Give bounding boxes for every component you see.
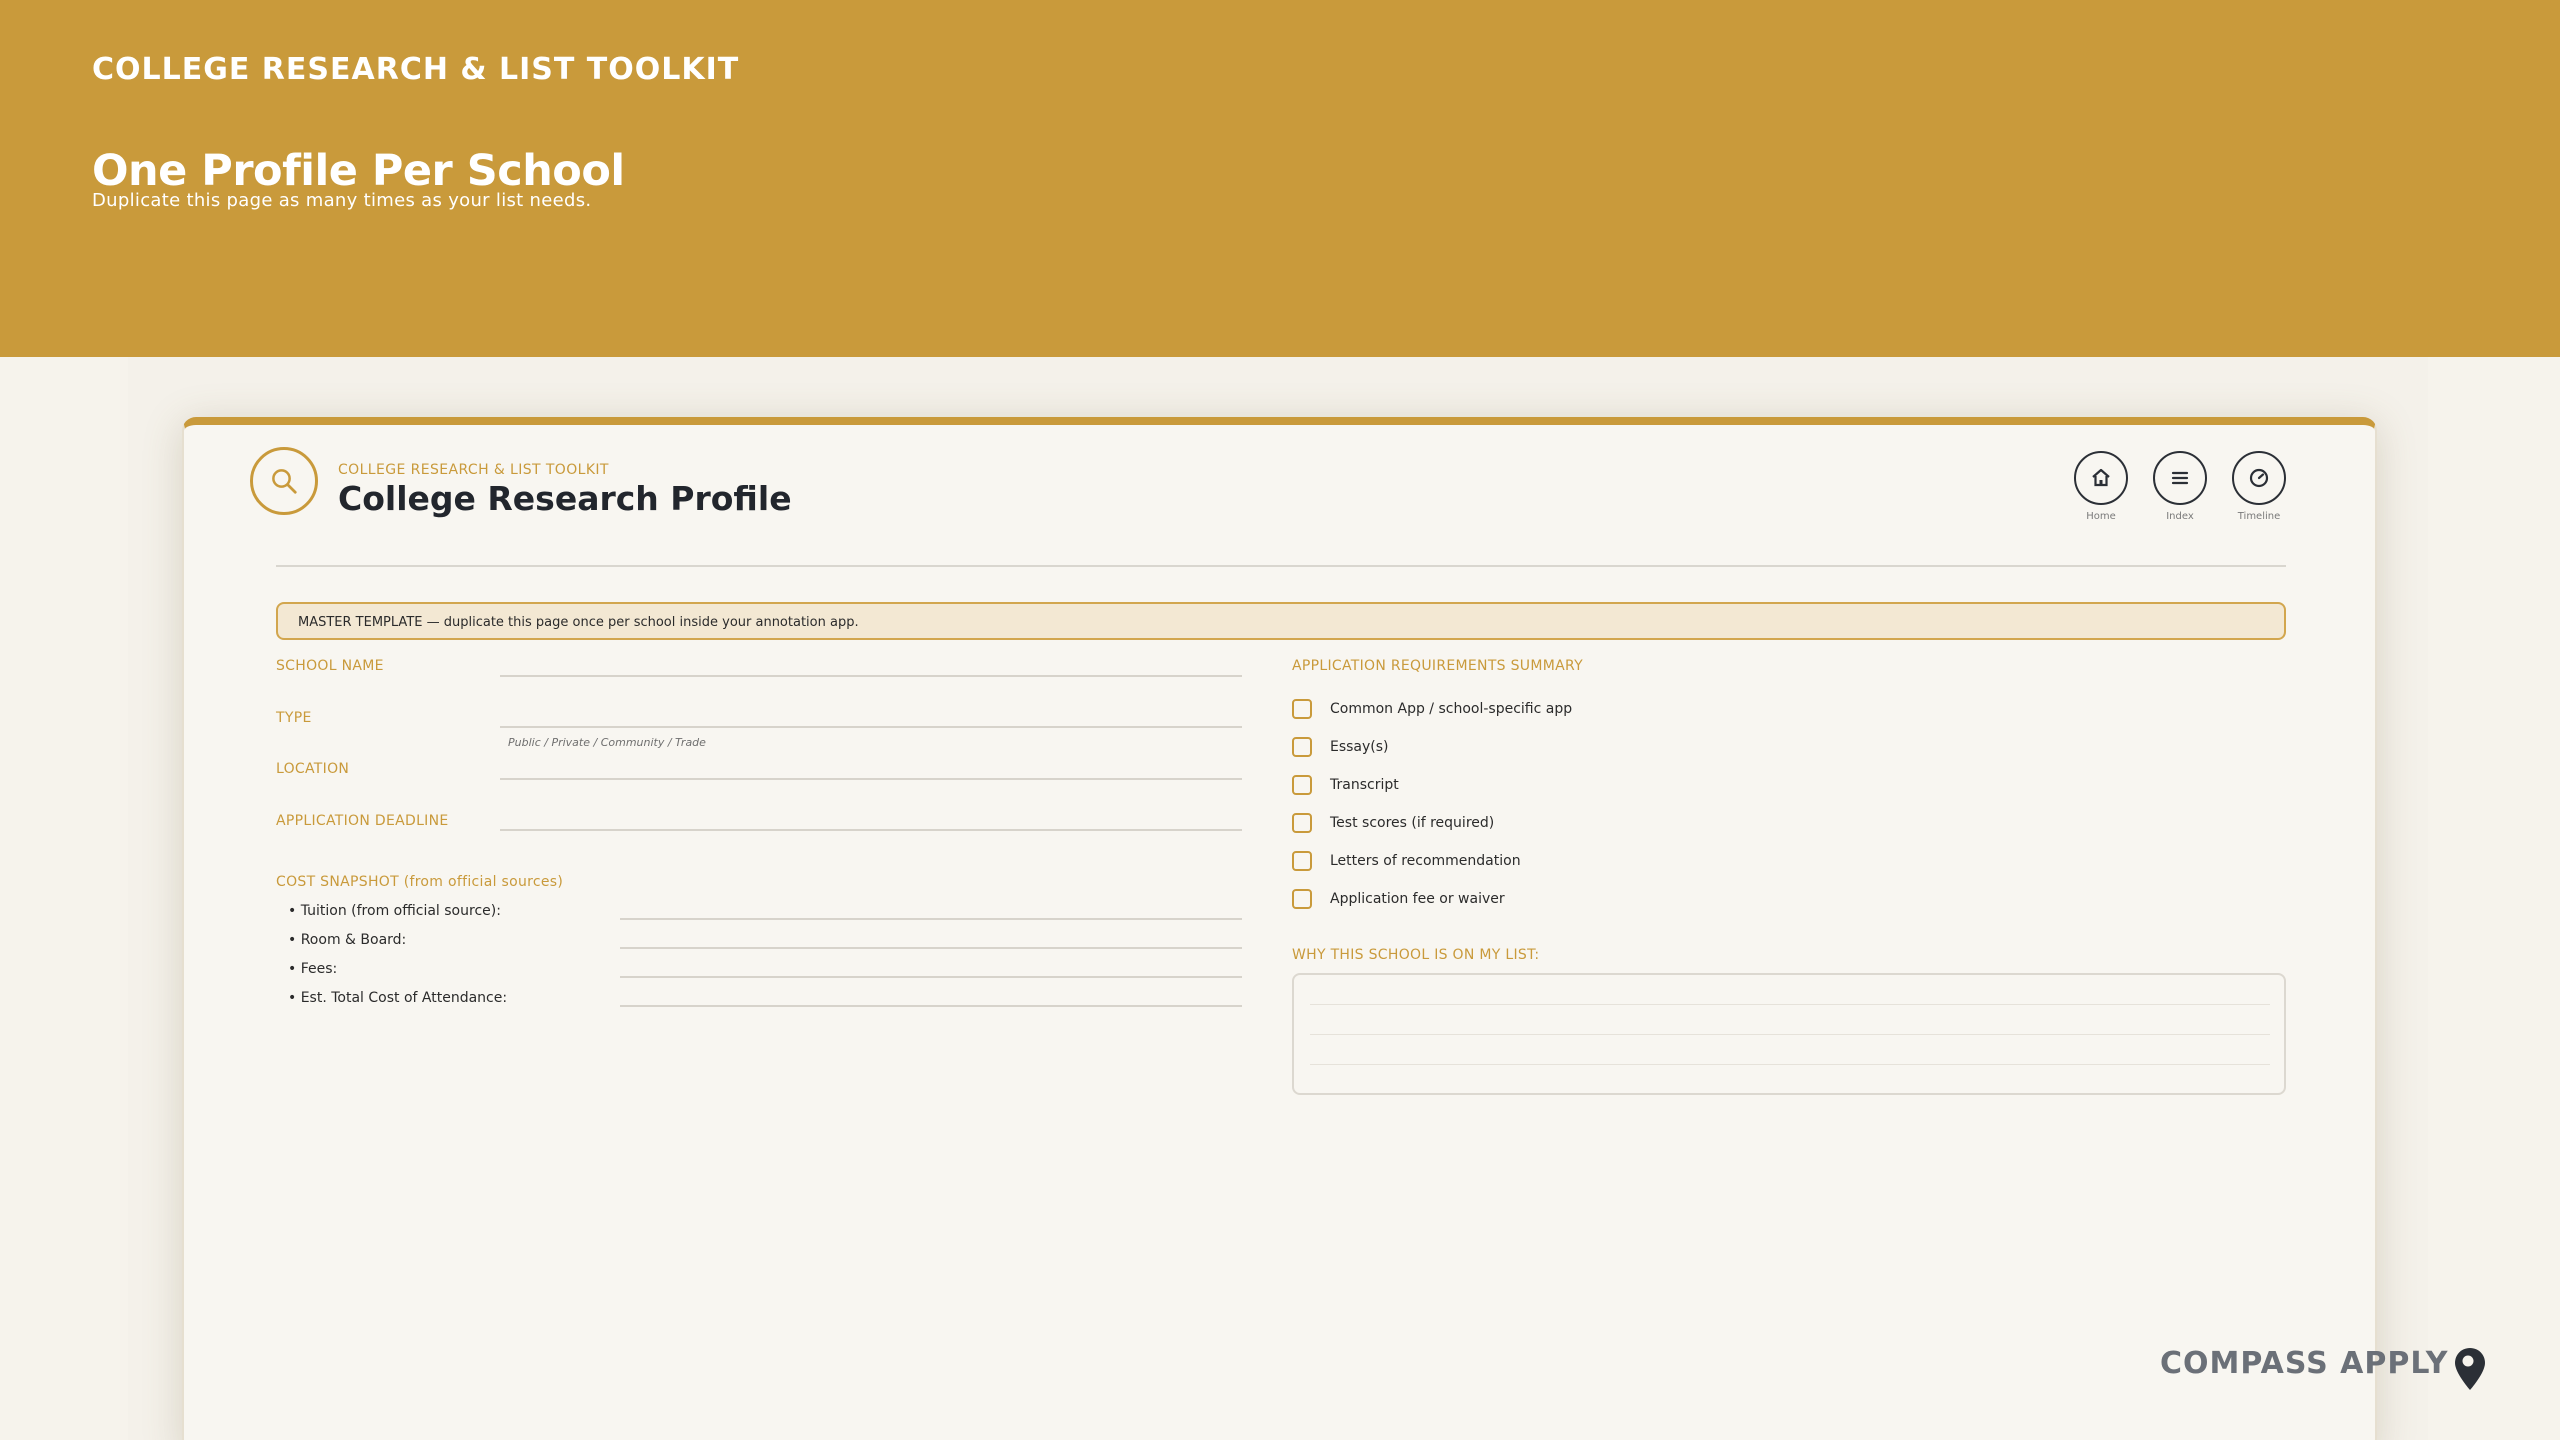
home-button[interactable] bbox=[2074, 451, 2128, 505]
req-common-app[interactable]: Common App / school-specific app bbox=[1292, 699, 1572, 719]
index-button[interactable] bbox=[2153, 451, 2207, 505]
school-name-field[interactable] bbox=[500, 675, 1242, 677]
req-transcript[interactable]: Transcript bbox=[1292, 775, 1399, 795]
cost-tuition-label: • Tuition (from official source): bbox=[288, 903, 501, 919]
req-test-scores[interactable]: Test scores (if required) bbox=[1292, 813, 1494, 833]
brand-name: COMPASS APPLY bbox=[2160, 1346, 2449, 1381]
req-essays-checkbox[interactable] bbox=[1292, 737, 1312, 757]
cost-fees-field[interactable] bbox=[620, 976, 1242, 978]
req-recommendations-checkbox[interactable] bbox=[1292, 851, 1312, 871]
nav-home-label: Home bbox=[2086, 511, 2116, 522]
header-banner: COLLEGE RESEARCH & LIST TOOLKIT One Prof… bbox=[0, 0, 2560, 357]
req-app-fee-checkbox[interactable] bbox=[1292, 889, 1312, 909]
nav-timeline[interactable]: Timeline bbox=[2231, 451, 2287, 522]
nav-home[interactable]: Home bbox=[2073, 451, 2129, 522]
cost-room-board-label: • Room & Board: bbox=[288, 932, 407, 948]
template-notice: MASTER TEMPLATE — duplicate this page on… bbox=[276, 602, 2286, 640]
banner-title: One Profile Per School bbox=[92, 146, 625, 196]
why-heading: WHY THIS SCHOOL IS ON MY LIST: bbox=[1292, 947, 1540, 963]
cost-heading: COST SNAPSHOT (from official sources) bbox=[276, 874, 564, 890]
deadline-label: APPLICATION DEADLINE bbox=[276, 813, 449, 829]
req-common-app-checkbox[interactable] bbox=[1292, 699, 1312, 719]
req-test-scores-checkbox[interactable] bbox=[1292, 813, 1312, 833]
clock-icon bbox=[2249, 468, 2269, 488]
home-icon bbox=[2092, 468, 2110, 487]
nav-index-label: Index bbox=[2166, 511, 2194, 522]
why-notes-box[interactable] bbox=[1292, 973, 2286, 1095]
nav-timeline-label: Timeline bbox=[2237, 511, 2281, 522]
cost-room-board-field[interactable] bbox=[620, 947, 1242, 949]
note-line bbox=[1310, 1004, 2270, 1005]
req-transcript-label: Transcript bbox=[1330, 777, 1399, 793]
req-app-fee-label: Application fee or waiver bbox=[1330, 891, 1505, 907]
note-line bbox=[1310, 1034, 2270, 1035]
cost-total-field[interactable] bbox=[620, 1005, 1242, 1007]
nav-index[interactable]: Index bbox=[2152, 451, 2208, 522]
req-recommendations-label: Letters of recommendation bbox=[1330, 853, 1521, 869]
req-common-app-label: Common App / school-specific app bbox=[1330, 701, 1573, 717]
card-title: College Research Profile bbox=[338, 479, 792, 518]
note-line bbox=[1310, 1064, 2270, 1065]
search-icon bbox=[272, 469, 297, 494]
timeline-button[interactable] bbox=[2232, 451, 2286, 505]
req-essays-label: Essay(s) bbox=[1330, 739, 1389, 755]
header-divider bbox=[276, 565, 2286, 567]
deadline-field[interactable] bbox=[500, 829, 1242, 831]
req-recommendations[interactable]: Letters of recommendation bbox=[1292, 851, 1521, 871]
req-transcript-checkbox[interactable] bbox=[1292, 775, 1312, 795]
profile-card: COLLEGE RESEARCH & LIST TOOLKIT College … bbox=[182, 417, 2377, 1440]
school-name-label: SCHOOL NAME bbox=[276, 658, 384, 674]
req-essays[interactable]: Essay(s) bbox=[1292, 737, 1389, 757]
location-field[interactable] bbox=[500, 778, 1242, 780]
cost-tuition-field[interactable] bbox=[620, 918, 1242, 920]
location-pin-icon bbox=[2455, 1348, 2485, 1390]
type-hint: Public / Private / Community / Trade bbox=[508, 736, 706, 749]
type-field[interactable] bbox=[500, 726, 1242, 728]
req-app-fee[interactable]: Application fee or waiver bbox=[1292, 889, 1505, 909]
location-label: LOCATION bbox=[276, 761, 350, 777]
banner-subtitle: Duplicate this page as many times as you… bbox=[92, 190, 592, 211]
menu-icon bbox=[2171, 471, 2189, 485]
logo-badge bbox=[250, 447, 318, 515]
type-label: TYPE bbox=[276, 710, 312, 726]
banner-kicker: COLLEGE RESEARCH & LIST TOOLKIT bbox=[92, 52, 740, 87]
cost-total-label: • Est. Total Cost of Attendance: bbox=[288, 990, 508, 1006]
requirements-heading: APPLICATION REQUIREMENTS SUMMARY bbox=[1292, 658, 1583, 674]
req-test-scores-label: Test scores (if required) bbox=[1330, 815, 1495, 831]
cost-fees-label: • Fees: bbox=[288, 961, 338, 977]
card-kicker: COLLEGE RESEARCH & LIST TOOLKIT bbox=[338, 462, 609, 478]
